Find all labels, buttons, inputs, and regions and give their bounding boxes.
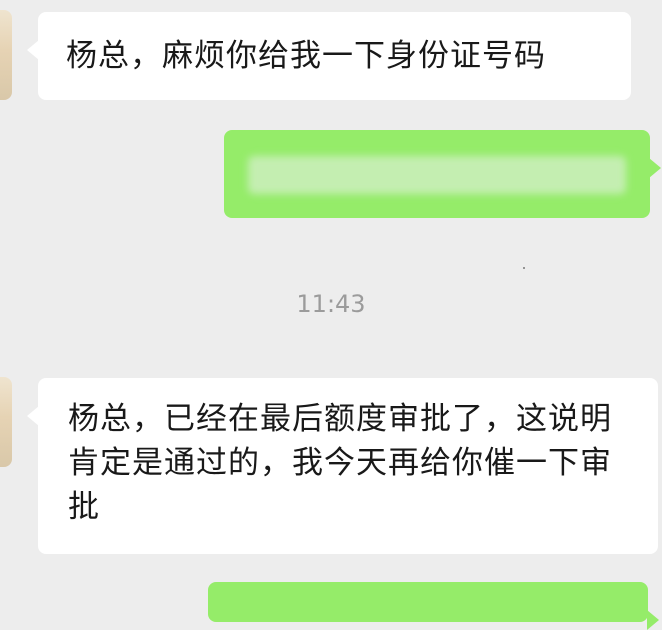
contact-avatar[interactable] <box>0 10 12 100</box>
message-text: 杨总，已经在最后额度审批了，这说明肯定是通过的，我今天再给你催一下审批 <box>68 401 612 525</box>
stray-dot <box>523 267 525 269</box>
outgoing-message-bubble[interactable] <box>224 130 661 218</box>
message-timestamp: 11:43 <box>296 290 366 318</box>
incoming-message-bubble[interactable]: 杨总，麻烦你给我一下身份证号码 <box>27 12 631 100</box>
incoming-message-bubble[interactable]: 杨总，已经在最后额度审批了，这说明肯定是通过的，我今天再给你催一下审批 <box>27 378 658 554</box>
outgoing-message-bubble-partial[interactable] <box>208 582 659 630</box>
message-text: 杨总，麻烦你给我一下身份证号码 <box>66 38 546 74</box>
redacted-id-number <box>248 156 626 194</box>
contact-avatar[interactable] <box>0 377 12 467</box>
